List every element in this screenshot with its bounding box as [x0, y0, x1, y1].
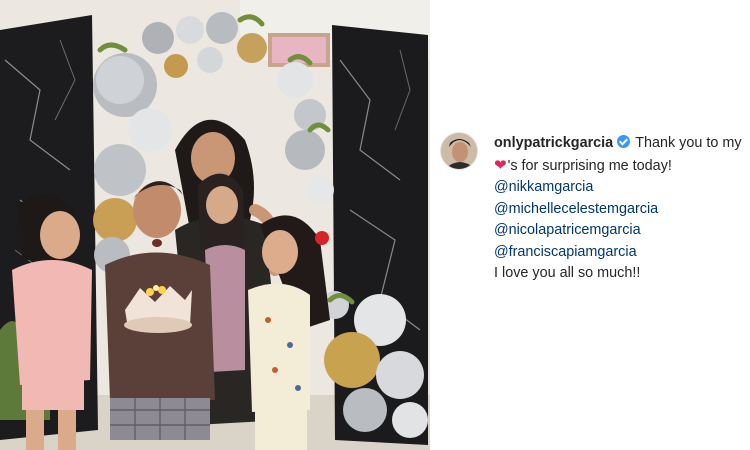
family-birthday-photo — [0, 0, 430, 450]
mention-link[interactable]: @nicolapatricemgarcia — [494, 222, 641, 238]
post-caption-panel: onlypatrickgarcia Thank you to my ❤'s for… — [430, 0, 750, 450]
mention-line: @nikkamgarcia — [494, 177, 748, 199]
mention-link[interactable]: @nikkamgarcia — [494, 179, 593, 195]
caption: onlypatrickgarcia Thank you to my ❤'s for… — [494, 133, 748, 285]
caption-heart-suffix: 's for surprising me today! — [507, 157, 672, 174]
verified-badge-icon — [617, 135, 631, 148]
username-link[interactable]: onlypatrickgarcia — [494, 135, 613, 151]
mention-link[interactable]: @michellecelestemgarcia — [494, 201, 658, 217]
red-heart-icon: ❤ — [494, 156, 507, 174]
caption-closing: I love you all so much!! — [494, 265, 641, 281]
mention-line: @michellecelestemgarcia — [494, 199, 748, 221]
profile-picture — [441, 133, 477, 169]
mention-line: @nicolapatricemgarcia — [494, 220, 748, 242]
caption-intro: Thank you to my — [635, 135, 742, 151]
caption-first-line: onlypatrickgarcia Thank you to my — [494, 133, 748, 155]
avatar[interactable] — [440, 132, 478, 170]
post-photo[interactable] — [0, 0, 430, 450]
mention-link[interactable]: @franciscapiamgarcia — [494, 244, 637, 260]
mention-line: @franciscapiamgarcia — [494, 242, 748, 264]
caption-second-line: ❤'s for surprising me today! — [494, 155, 748, 178]
